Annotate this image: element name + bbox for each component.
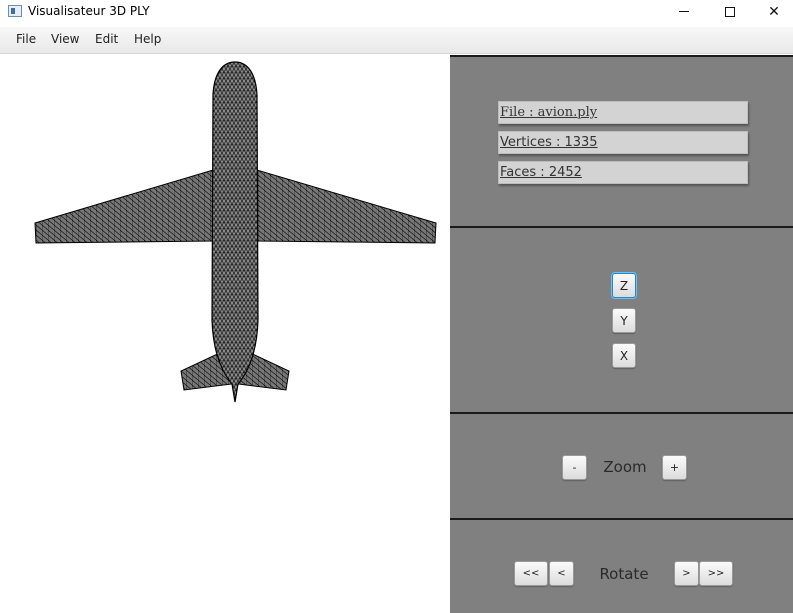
window-title: Visualisateur 3D PLY [28, 4, 150, 18]
zoom-label: Zoom [603, 458, 647, 476]
airplane-wireframe [34, 61, 437, 403]
file-info-label: File : avion.ply [498, 101, 748, 124]
panel-divider-info [450, 226, 793, 228]
rotate-label: Rotate [599, 565, 649, 583]
menu-file[interactable]: File [14, 32, 38, 46]
fuselage [211, 61, 259, 403]
rotate-fast-right-button[interactable]: >> [699, 561, 733, 586]
close-button[interactable]: ✕ [751, 0, 793, 23]
close-icon: ✕ [768, 3, 780, 20]
left-wing [34, 169, 214, 244]
app-window-icon [8, 5, 22, 17]
panel-divider-axis [450, 412, 793, 414]
menu-view[interactable]: View [49, 32, 81, 46]
panel-divider-top [450, 55, 793, 57]
rotate-left-button[interactable]: < [549, 561, 574, 586]
rotate-fast-left-button[interactable]: << [514, 561, 548, 586]
maximize-button[interactable] [707, 0, 753, 23]
menu-bar: File View Edit Help [0, 27, 793, 54]
vertices-count-label: Vertices : 1335 [498, 131, 748, 154]
axis-x-button[interactable]: X [612, 343, 636, 368]
zoom-out-button[interactable]: - [562, 455, 587, 480]
maximize-icon [725, 6, 735, 17]
faces-count-label: Faces : 2452 [498, 161, 748, 184]
menu-edit[interactable]: Edit [93, 32, 120, 46]
rotate-right-button[interactable]: > [674, 561, 699, 586]
axis-z-button[interactable]: Z [612, 273, 636, 298]
3d-viewport[interactable] [0, 55, 450, 613]
menu-help[interactable]: Help [132, 32, 163, 46]
zoom-in-button[interactable]: + [662, 455, 687, 480]
minimize-icon [679, 11, 689, 12]
panel-divider-zoom [450, 518, 793, 520]
minimize-button[interactable] [661, 0, 707, 23]
right-wing [256, 169, 437, 244]
axis-y-button[interactable]: Y [612, 308, 636, 333]
title-bar: Visualisateur 3D PLY ✕ [0, 0, 793, 23]
